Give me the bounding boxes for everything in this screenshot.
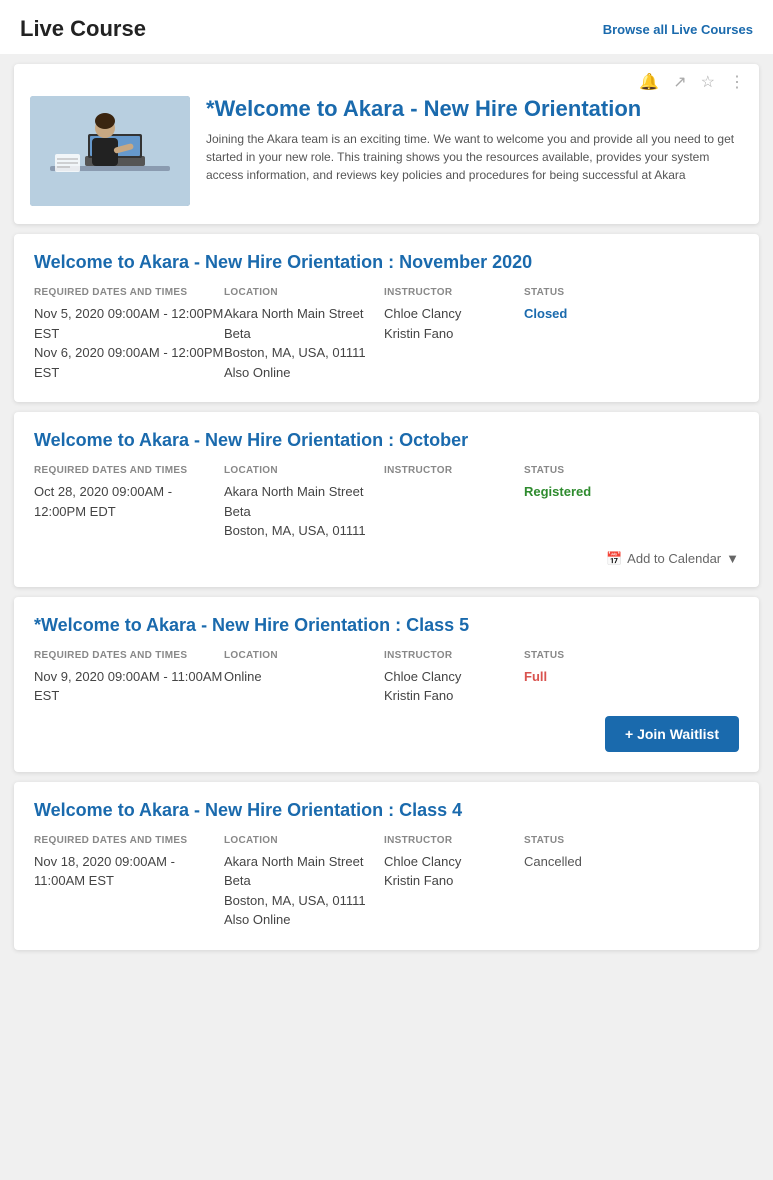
also-online-label: Also Online: [224, 912, 290, 927]
more-icon[interactable]: ⋮: [729, 72, 745, 92]
status-col: STATUS Full: [524, 650, 644, 706]
dates-value: Oct 28, 2020 09:00AM - 12:00PM EDT: [34, 482, 224, 521]
session-title: *Welcome to Akara - New Hire Orientation…: [34, 615, 739, 636]
sessions-container: Welcome to Akara - New Hire Orientation …: [0, 234, 773, 950]
session-footer: 📅 Add to Calendar ▼: [34, 551, 739, 567]
dates-header: REQUIRED DATES AND TIMES: [34, 650, 224, 661]
add-calendar-label: Add to Calendar: [627, 551, 721, 566]
instructor-header: INSTRUCTOR: [384, 650, 524, 661]
browse-all-link[interactable]: Browse all Live Courses: [603, 22, 753, 37]
hero-image: [30, 96, 190, 206]
location-value: Akara North Main Street BetaBoston, MA, …: [224, 482, 384, 541]
status-col: STATUS Cancelled: [524, 835, 644, 930]
page-title: Live Course: [20, 16, 146, 42]
session-grid: REQUIRED DATES AND TIMES Nov 18, 2020 09…: [34, 835, 739, 930]
add-to-calendar-button[interactable]: 📅 Add to Calendar ▼: [606, 551, 739, 567]
status-badge: Cancelled: [524, 852, 644, 872]
location-col: LOCATION Akara North Main Street BetaBos…: [224, 835, 384, 930]
status-col: STATUS Registered: [524, 465, 644, 541]
calendar-icon: 📅: [606, 551, 622, 567]
session-card-0: Welcome to Akara - New Hire Orientation …: [14, 234, 759, 402]
instructor-col: INSTRUCTOR Chloe ClancyKristin Fano: [384, 287, 524, 382]
page-header: Live Course Browse all Live Courses: [0, 0, 773, 54]
status-col: STATUS Closed: [524, 287, 644, 382]
dates-col: REQUIRED DATES AND TIMES Oct 28, 2020 09…: [34, 465, 224, 541]
status-header: STATUS: [524, 835, 644, 846]
location-col: LOCATION Akara North Main Street BetaBos…: [224, 287, 384, 382]
hero-title: *Welcome to Akara - New Hire Orientation: [206, 96, 743, 122]
location-value: Akara North Main Street BetaBoston, MA, …: [224, 852, 384, 930]
location-header: LOCATION: [224, 835, 384, 846]
status-badge: Closed: [524, 304, 644, 324]
star-icon[interactable]: ☆: [701, 72, 715, 92]
instructor-value: Chloe ClancyKristin Fano: [384, 667, 524, 706]
dates-value: Nov 5, 2020 09:00AM - 12:00PM ESTNov 6, …: [34, 304, 224, 382]
session-card-1: Welcome to Akara - New Hire Orientation …: [14, 412, 759, 587]
session-title: Welcome to Akara - New Hire Orientation …: [34, 252, 739, 273]
location-value: Online: [224, 667, 384, 687]
status-badge: Full: [524, 667, 644, 687]
dates-col: REQUIRED DATES AND TIMES Nov 18, 2020 09…: [34, 835, 224, 930]
location-header: LOCATION: [224, 287, 384, 298]
location-col: LOCATION Online: [224, 650, 384, 706]
session-grid: REQUIRED DATES AND TIMES Oct 28, 2020 09…: [34, 465, 739, 541]
instructor-col: INSTRUCTOR Chloe ClancyKristin Fano: [384, 650, 524, 706]
hero-text-content: *Welcome to Akara - New Hire Orientation…: [206, 96, 743, 206]
chevron-down-icon: ▼: [726, 551, 739, 566]
dates-value: Nov 9, 2020 09:00AM - 11:00AM EST: [34, 667, 224, 706]
session-card-3: Welcome to Akara - New Hire Orientation …: [14, 782, 759, 950]
dates-col: REQUIRED DATES AND TIMES Nov 5, 2020 09:…: [34, 287, 224, 382]
share-icon[interactable]: ↗: [673, 72, 686, 92]
hero-actions: 🔔 ↗ ☆ ⋮: [14, 64, 759, 96]
status-header: STATUS: [524, 465, 644, 476]
status-header: STATUS: [524, 287, 644, 298]
hero-card: 🔔 ↗ ☆ ⋮: [14, 64, 759, 224]
instructor-header: INSTRUCTOR: [384, 465, 524, 476]
session-grid: REQUIRED DATES AND TIMES Nov 5, 2020 09:…: [34, 287, 739, 382]
status-header: STATUS: [524, 650, 644, 661]
status-badge: Registered: [524, 482, 644, 502]
instructor-col: INSTRUCTOR Chloe ClancyKristin Fano: [384, 835, 524, 930]
join-waitlist-button[interactable]: + Join Waitlist: [605, 716, 739, 752]
location-header: LOCATION: [224, 465, 384, 476]
location-header: LOCATION: [224, 650, 384, 661]
hero-body: *Welcome to Akara - New Hire Orientation…: [14, 96, 759, 224]
dates-col: REQUIRED DATES AND TIMES Nov 9, 2020 09:…: [34, 650, 224, 706]
session-title: Welcome to Akara - New Hire Orientation …: [34, 800, 739, 821]
session-card-2: *Welcome to Akara - New Hire Orientation…: [14, 597, 759, 772]
dates-header: REQUIRED DATES AND TIMES: [34, 287, 224, 298]
dates-header: REQUIRED DATES AND TIMES: [34, 835, 224, 846]
session-title: Welcome to Akara - New Hire Orientation …: [34, 430, 739, 451]
instructor-value: Chloe ClancyKristin Fano: [384, 304, 524, 343]
instructor-value: Chloe ClancyKristin Fano: [384, 852, 524, 891]
bell-icon[interactable]: 🔔: [639, 72, 659, 92]
instructor-header: INSTRUCTOR: [384, 835, 524, 846]
session-grid: REQUIRED DATES AND TIMES Nov 9, 2020 09:…: [34, 650, 739, 706]
location-value: Akara North Main Street BetaBoston, MA, …: [224, 304, 384, 382]
also-online-label: Also Online: [224, 365, 290, 380]
dates-value: Nov 18, 2020 09:00AM - 11:00AM EST: [34, 852, 224, 891]
dates-header: REQUIRED DATES AND TIMES: [34, 465, 224, 476]
instructor-header: INSTRUCTOR: [384, 287, 524, 298]
instructor-col: INSTRUCTOR: [384, 465, 524, 541]
hero-description: Joining the Akara team is an exciting ti…: [206, 130, 743, 184]
location-col: LOCATION Akara North Main Street BetaBos…: [224, 465, 384, 541]
session-footer: + Join Waitlist: [34, 716, 739, 752]
